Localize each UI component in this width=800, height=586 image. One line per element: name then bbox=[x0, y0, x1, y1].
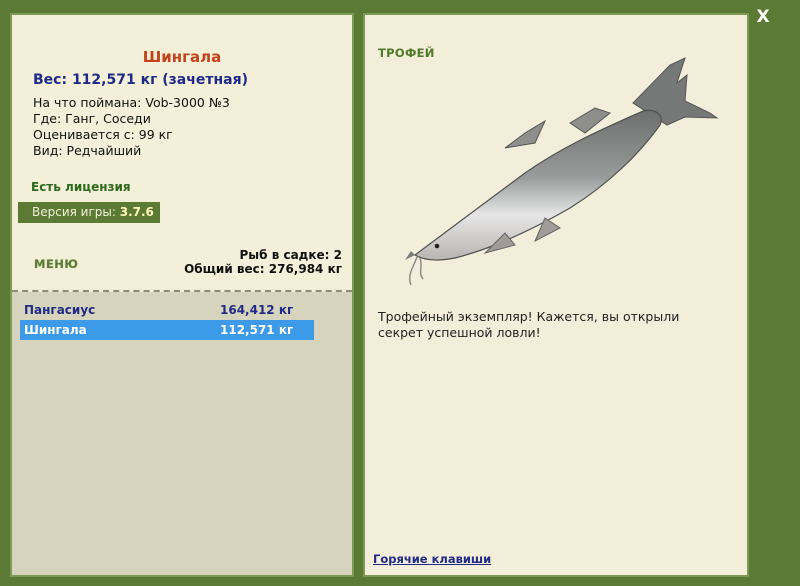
fish-title: Шингала bbox=[142, 48, 222, 66]
fish-details: Шингала Вес: 112,571 кг (зачетная) На чт… bbox=[12, 15, 352, 289]
fish-valued-from: Оценивается с: 99 кг bbox=[33, 127, 173, 142]
version-value: 3.7.6 bbox=[119, 205, 154, 219]
trophy-message: Трофейный экземпляр! Кажется, вы открыли… bbox=[378, 309, 680, 340]
hotkeys-link[interactable]: Горячие клавиши bbox=[373, 552, 491, 566]
license-status: Есть лицензия bbox=[31, 180, 131, 194]
list-item-selected[interactable]: Шингала 112,571 кг bbox=[20, 320, 314, 340]
keepnet-count: Рыб в садке: 2 bbox=[239, 248, 343, 262]
list-item[interactable]: Пангасиус 164,412 кг bbox=[20, 300, 314, 320]
catch-name: Пангасиус bbox=[24, 303, 96, 317]
fish-location: Где: Ганг, Соседи bbox=[33, 111, 151, 126]
close-button[interactable]: X bbox=[752, 6, 774, 28]
fish-weight: Вес: 112,571 кг (зачетная) bbox=[33, 72, 248, 88]
catch-weight: 112,571 кг bbox=[220, 323, 294, 337]
keepnet-total-weight: Общий вес: 276,984 кг bbox=[184, 262, 342, 276]
menu-button[interactable]: МЕНЮ bbox=[34, 257, 78, 271]
fish-image bbox=[405, 57, 719, 286]
keepnet-summary: Рыб в садке: 2 Общий вес: 276,984 кг bbox=[184, 248, 342, 276]
fish-kind: Вид: Редчайший bbox=[33, 143, 142, 158]
catch-weight: 164,412 кг bbox=[220, 303, 294, 317]
trophy-panel: ТРОФЕЙ Трофейный экземпляр! Кажется, вы … bbox=[363, 13, 749, 577]
fish-bait: На что поймана: Vob-3000 №3 bbox=[33, 95, 230, 110]
version-label: Версия игры: bbox=[32, 205, 116, 219]
fish-info-panel: Шингала Вес: 112,571 кг (зачетная) На чт… bbox=[10, 13, 354, 577]
version-badge: Версия игры: 3.7.6 bbox=[18, 202, 160, 223]
catch-name: Шингала bbox=[24, 323, 87, 337]
catch-list: Пангасиус 164,412 кг Шингала 112,571 кг bbox=[12, 292, 352, 575]
